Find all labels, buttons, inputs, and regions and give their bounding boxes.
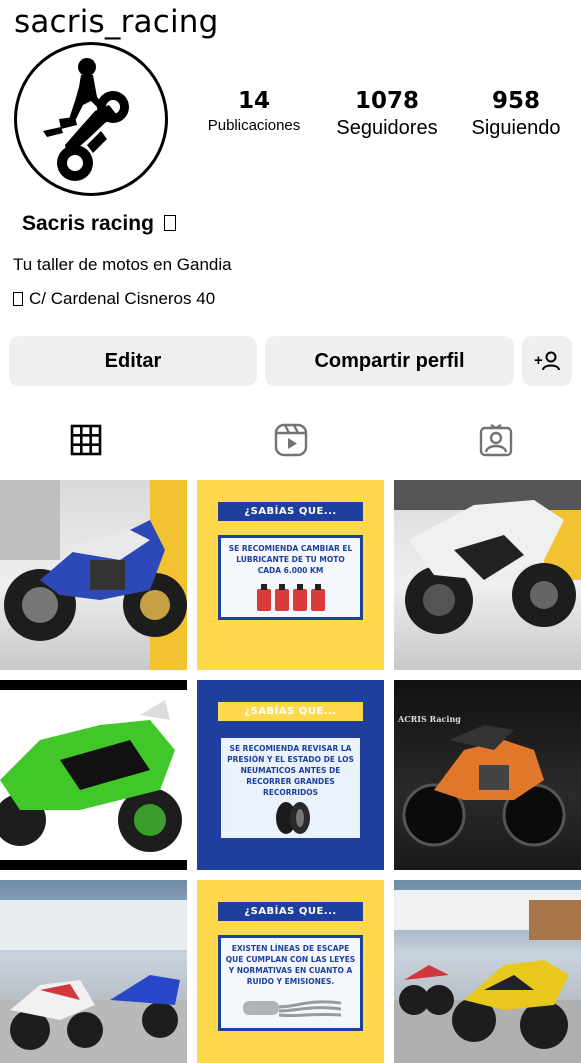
- profile-stats: 14 Publicaciones 1078 Seguidores 958 Sig…: [198, 88, 568, 140]
- post-thumbnail[interactable]: ACRIS Racing: [394, 680, 581, 870]
- share-profile-button[interactable]: Compartir perfil: [265, 336, 514, 386]
- profile-tabs: [0, 420, 581, 470]
- post-thumbnail[interactable]: [394, 480, 581, 670]
- motorcycle-rider-logo: [43, 58, 129, 181]
- followers-count: 1078: [354, 88, 419, 114]
- posts-stat[interactable]: 14 Publicaciones: [198, 88, 310, 140]
- grid-icon: [70, 424, 102, 456]
- motorcycle-photo: [0, 480, 187, 670]
- motorcycle-photo: [402, 725, 566, 847]
- avatar[interactable]: [14, 42, 168, 196]
- edit-profile-button[interactable]: Editar: [9, 336, 257, 386]
- tires-icon: [276, 802, 310, 835]
- display-name-text: Sacris racing: [22, 212, 154, 235]
- tab-tagged[interactable]: [476, 420, 516, 460]
- info-text: EXISTEN LÍNEAS DE ESCAPE QUE CUMPLAN CON…: [225, 944, 356, 986]
- add-person-icon: +: [534, 351, 560, 371]
- svg-text:+: +: [534, 352, 543, 369]
- following-stat[interactable]: 958 Siguiendo: [464, 88, 568, 140]
- info-text: SE RECOMIENDA REVISAR LA PRESIÓN Y EL ES…: [227, 744, 354, 797]
- posts-label: Publicaciones: [207, 117, 301, 134]
- followers-label: Seguidores: [336, 117, 438, 139]
- emoji-placeholder-icon: [13, 292, 23, 306]
- post-thumbnail[interactable]: [0, 880, 187, 1063]
- info-card: ¿SABÍAS QUE... SE RECOMIENDA REVISAR LA …: [197, 680, 384, 870]
- following-label: Siguiendo: [471, 117, 561, 139]
- oil-bottles-icon: [257, 583, 325, 611]
- watermark-logo: ACRIS Racing: [398, 714, 461, 724]
- profile-bio: Tu taller de motos en Gandia: [13, 255, 232, 274]
- info-panel: SE RECOMIENDA REVISAR LA PRESIÓN Y EL ES…: [218, 735, 363, 842]
- post-thumbnail[interactable]: ¿SABÍAS QUE... EXISTEN LÍNEAS DE ESCAPE …: [197, 880, 384, 1063]
- profile-username: sacris_racing: [14, 4, 219, 40]
- info-panel: SE RECOMIENDA CAMBIAR EL LUBRICANTE DE T…: [218, 535, 363, 620]
- followers-stat[interactable]: 1078 Seguidores: [328, 88, 446, 140]
- post-thumbnail[interactable]: ¿SABÍAS QUE... SE RECOMIENDA CAMBIAR EL …: [197, 480, 384, 670]
- info-heading: ¿SABÍAS QUE...: [218, 502, 363, 521]
- info-card: ¿SABÍAS QUE... EXISTEN LÍNEAS DE ESCAPE …: [197, 880, 384, 1063]
- post-thumbnail[interactable]: ¿SABÍAS QUE... SE RECOMIENDA REVISAR LA …: [197, 680, 384, 870]
- emoji-placeholder-icon: [163, 215, 176, 231]
- info-heading: ¿SABÍAS QUE...: [218, 902, 363, 921]
- info-text: SE RECOMIENDA CAMBIAR EL LUBRICANTE DE T…: [228, 544, 353, 575]
- post-thumbnail[interactable]: [394, 880, 581, 1063]
- info-panel: EXISTEN LÍNEAS DE ESCAPE QUE CUMPLAN CON…: [218, 935, 363, 1031]
- tab-posts[interactable]: [66, 420, 106, 460]
- profile-address: C/ Cardenal Cisneros 40: [13, 289, 215, 309]
- post-thumbnail[interactable]: [0, 680, 187, 870]
- following-count: 958: [491, 88, 540, 114]
- motorcycle-photo: [394, 890, 581, 1063]
- posts-count: 14: [237, 88, 270, 114]
- post-thumbnail[interactable]: [0, 480, 187, 670]
- motorcycle-photo: [394, 480, 581, 634]
- tagged-icon: [479, 424, 513, 457]
- reels-icon: [274, 423, 308, 457]
- motorcycle-photo: [0, 900, 187, 1063]
- display-name: Sacris racing: [22, 212, 176, 236]
- address-text: C/ Cardenal Cisneros 40: [29, 289, 216, 308]
- motorcycle-photo: [0, 680, 187, 870]
- info-card: ¿SABÍAS QUE... SE RECOMIENDA CAMBIAR EL …: [197, 480, 384, 670]
- tab-reels[interactable]: [271, 420, 311, 460]
- exhaust-icon: [243, 999, 342, 1017]
- add-person-button[interactable]: +: [522, 336, 572, 386]
- posts-grid: ¿SABÍAS QUE... SE RECOMIENDA CAMBIAR EL …: [0, 480, 581, 1063]
- info-heading: ¿SABÍAS QUE...: [218, 702, 363, 721]
